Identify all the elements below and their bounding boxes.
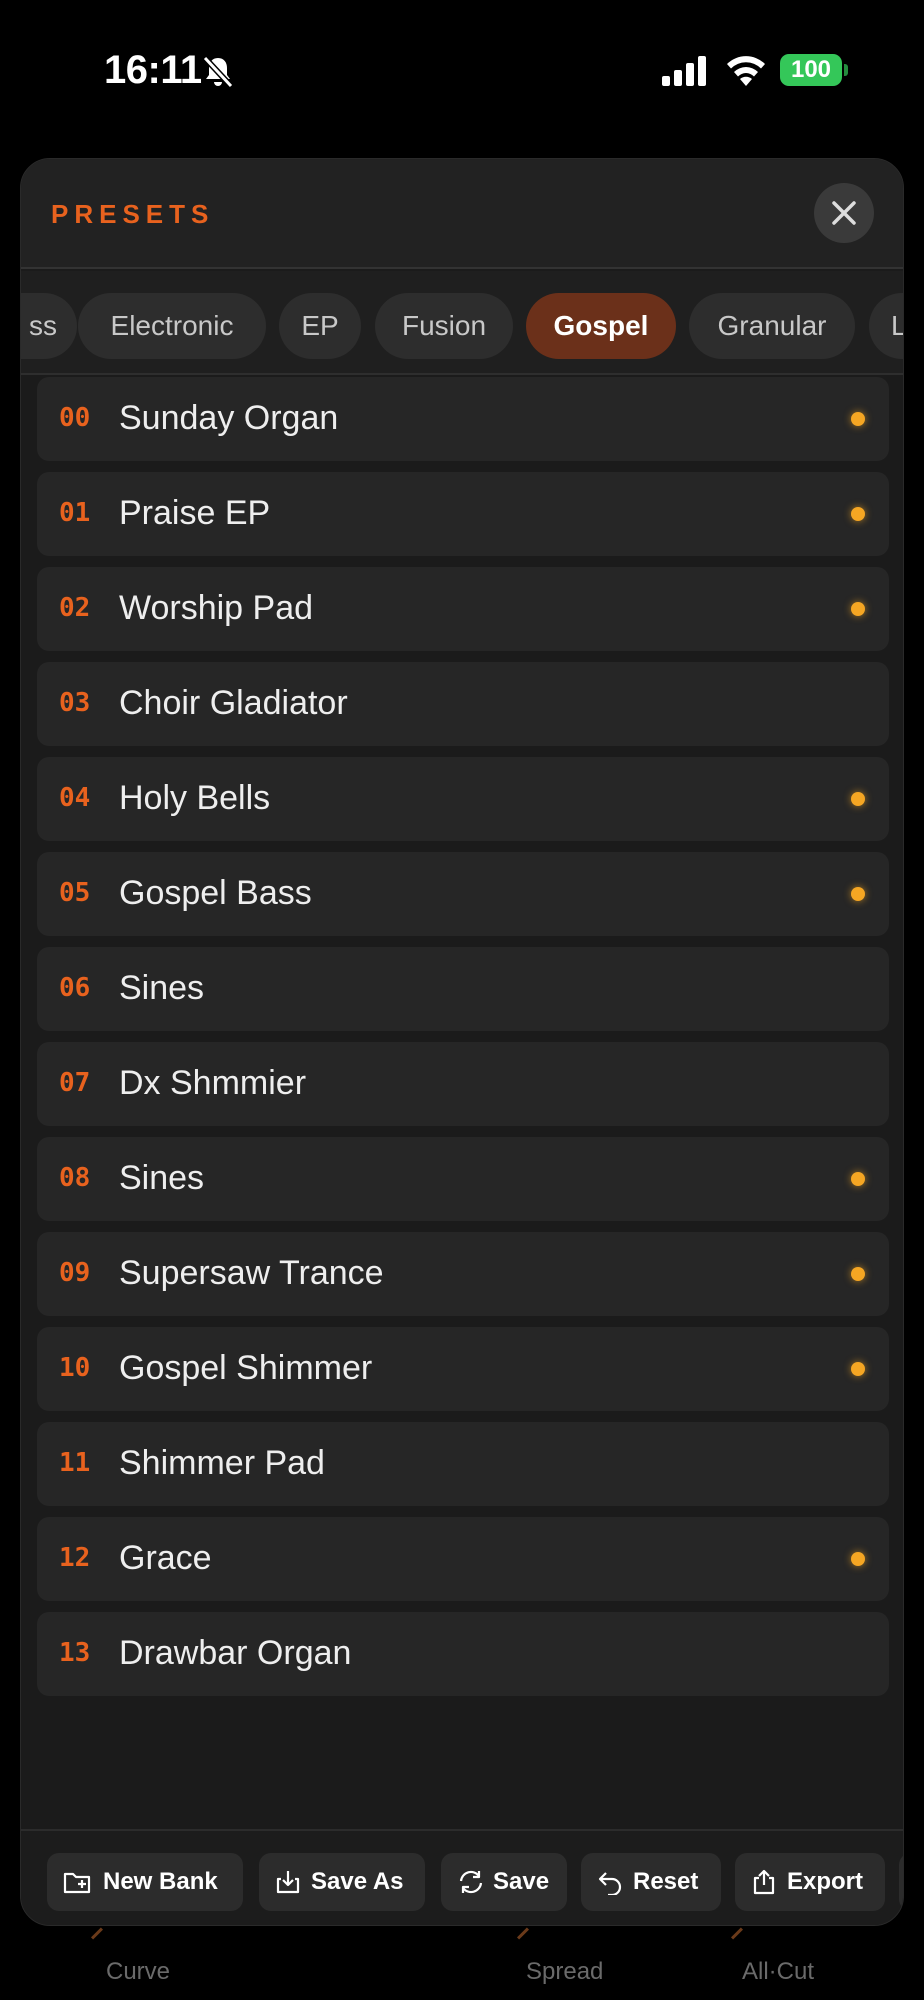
preset-name: Drawbar Organ	[119, 1634, 352, 1672]
sync-icon	[459, 1870, 483, 1894]
preset-row[interactable]: 08 Sines	[37, 1137, 889, 1221]
preset-number: 11	[59, 1448, 91, 1478]
share-icon	[753, 1869, 775, 1895]
bell-muted-icon	[202, 55, 234, 89]
save-as-button[interactable]: Save As	[259, 1853, 425, 1911]
preset-name: Supersaw Trance	[119, 1254, 384, 1292]
preset-number: 12	[59, 1543, 91, 1573]
preset-row[interactable]: 11 Shimmer Pad	[37, 1422, 889, 1506]
preset-row[interactable]: 01 Praise EP	[37, 472, 889, 556]
bg-label-curve: Curve	[106, 1958, 171, 1985]
preset-row[interactable]: 06 Sines	[37, 947, 889, 1031]
status-bar: 16:11 100	[0, 0, 924, 140]
tab-electronic[interactable]: Electronic	[78, 293, 266, 359]
preset-status-dot	[851, 507, 865, 521]
tab-ep[interactable]: EP	[279, 293, 361, 359]
modal-title: PRESETS	[51, 199, 215, 229]
modal-footer: New Bank Save As Save Reset Export	[21, 1829, 903, 1925]
modal-header: PRESETS	[21, 159, 903, 269]
preset-name: Sunday Organ	[119, 399, 339, 437]
tab-category[interactable]: L	[869, 293, 903, 359]
bg-label-spread: Spread	[526, 1958, 604, 1985]
preset-number: 01	[59, 498, 91, 528]
preset-number: 08	[59, 1163, 91, 1193]
status-time: 16:11	[104, 48, 202, 92]
battery-level: 100	[790, 56, 832, 83]
preset-name: Worship Pad	[119, 589, 314, 627]
preset-name: Gospel Shimmer	[119, 1349, 373, 1387]
preset-row[interactable]: 02 Worship Pad	[37, 567, 889, 651]
preset-status-dot	[851, 792, 865, 806]
preset-status-dot	[851, 1267, 865, 1281]
bg-knob	[730, 1927, 744, 1940]
folder-add-icon	[63, 1872, 91, 1894]
export-button[interactable]: Export	[735, 1853, 885, 1911]
preset-number: 02	[59, 593, 91, 623]
new-bank-label: New Bank	[103, 1868, 218, 1895]
preset-row[interactable]: 03 Choir Gladiator	[37, 662, 889, 746]
save-button[interactable]: Save	[441, 1853, 567, 1911]
close-icon	[832, 201, 856, 225]
bg-knob	[516, 1927, 530, 1940]
preset-status-dot	[851, 887, 865, 901]
preset-row[interactable]: 10 Gospel Shimmer	[37, 1327, 889, 1411]
preset-name: Choir Gladiator	[119, 684, 348, 722]
save-as-label: Save As	[311, 1868, 404, 1895]
preset-status-dot	[851, 1362, 865, 1376]
battery-icon: 100	[780, 54, 842, 86]
preset-name: Sines	[119, 969, 205, 1007]
preset-number: 05	[59, 878, 91, 908]
preset-name: Sines	[119, 1159, 205, 1197]
tab-fusion[interactable]: Fusion	[375, 293, 513, 359]
more-footer-button[interactable]	[899, 1853, 903, 1911]
preset-name: Gospel Bass	[119, 874, 312, 912]
preset-name: Praise EP	[119, 494, 271, 532]
bg-knob	[90, 1927, 104, 1940]
preset-row[interactable]: 05 Gospel Bass	[37, 852, 889, 936]
preset-row[interactable]: 13 Drawbar Organ	[37, 1612, 889, 1696]
presets-modal: PRESETS ss Electronic EP Fusion Gospel G…	[20, 158, 904, 1926]
preset-row[interactable]: 09 Supersaw Trance	[37, 1232, 889, 1316]
new-bank-button[interactable]: New Bank	[47, 1853, 243, 1911]
preset-number: 13	[59, 1638, 91, 1668]
save-label: Save	[493, 1868, 550, 1895]
preset-name: Shimmer Pad	[119, 1444, 325, 1482]
close-button[interactable]	[814, 183, 874, 243]
preset-status-dot	[851, 1552, 865, 1566]
preset-number: 00	[59, 403, 91, 433]
battery-tip	[844, 64, 848, 76]
preset-number: 03	[59, 688, 91, 718]
category-tabs[interactable]: ss Electronic EP Fusion Gospel Granular …	[21, 271, 903, 375]
preset-row[interactable]: 12 Grace	[37, 1517, 889, 1601]
preset-name: Holy Bells	[119, 779, 271, 817]
reset-button[interactable]: Reset	[581, 1853, 721, 1911]
preset-status-dot	[851, 412, 865, 426]
tab-gospel[interactable]: Gospel	[526, 293, 676, 359]
preset-number: 09	[59, 1258, 91, 1288]
preset-row[interactable]: 07 Dx Shmmier	[37, 1042, 889, 1126]
bg-label-allcut: All·Cut	[742, 1958, 815, 1985]
signal-icon	[662, 56, 706, 86]
reset-label: Reset	[633, 1868, 699, 1895]
preset-row[interactable]: 00 Sunday Organ	[37, 377, 889, 461]
preset-row[interactable]: 04 Holy Bells	[37, 757, 889, 841]
preset-number: 06	[59, 973, 91, 1003]
preset-status-dot	[851, 602, 865, 616]
export-label: Export	[787, 1868, 864, 1895]
preset-name: Dx Shmmier	[119, 1064, 307, 1102]
tab-category[interactable]: ss	[21, 293, 77, 359]
tab-granular[interactable]: Granular	[689, 293, 855, 359]
wifi-icon	[727, 56, 765, 86]
preset-number: 07	[59, 1068, 91, 1098]
preset-number: 10	[59, 1353, 91, 1383]
undo-icon	[598, 1872, 622, 1895]
preset-number: 04	[59, 783, 91, 813]
preset-status-dot	[851, 1172, 865, 1186]
preset-name: Grace	[119, 1539, 212, 1577]
save-as-icon	[276, 1871, 300, 1894]
